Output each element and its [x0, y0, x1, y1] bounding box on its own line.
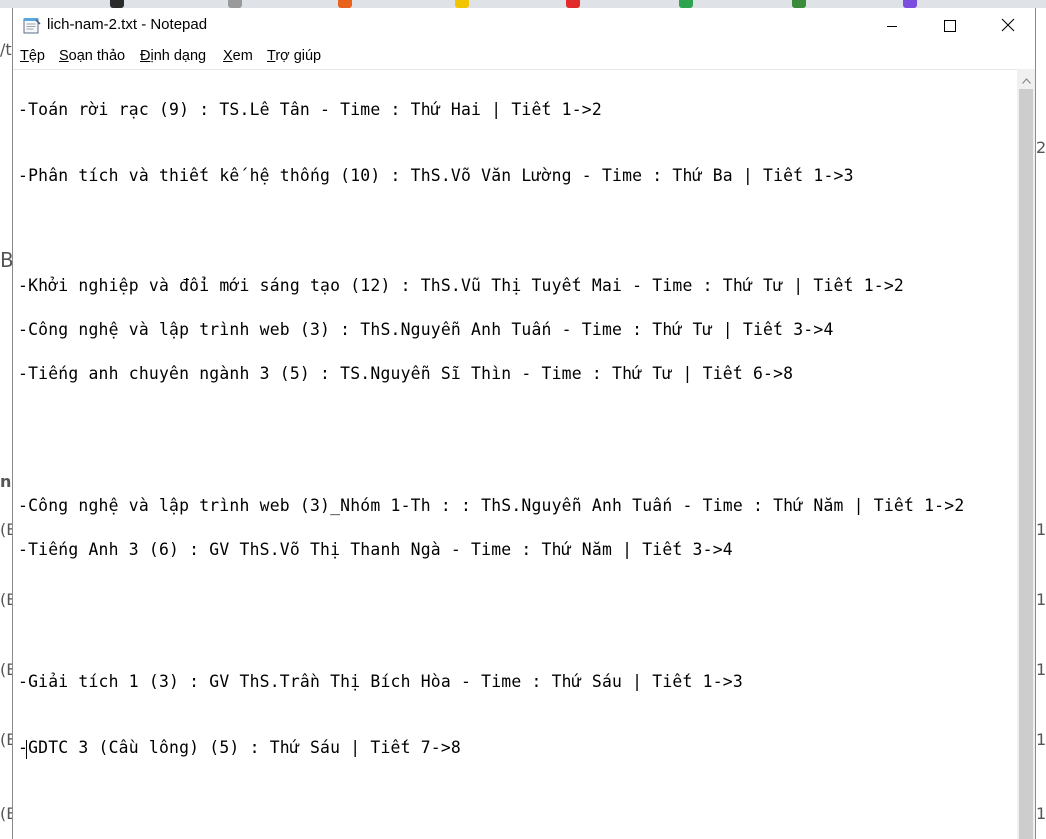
background-page-left: /t B ng (B (B (B (B (B — [0, 8, 23, 839]
text-line: -Tiếng anh chuyên ngành 3 (5) : TS.Nguyễ… — [18, 364, 794, 383]
text-line: -GDTC 3 (Cầu lông) (5) : Thứ Sáu | Tiết … — [18, 738, 461, 757]
menu-format[interactable]: Định dạng — [140, 48, 206, 64]
window-title: lich-nam-2.txt - Notepad — [47, 16, 208, 33]
background-tab-favicon — [679, 0, 693, 8]
text-caret — [26, 740, 27, 759]
menu-view[interactable]: Xem — [223, 48, 253, 64]
notepad-icon — [23, 17, 41, 34]
background-text-fragment: 20 — [1036, 138, 1046, 157]
scroll-up-button[interactable] — [1017, 69, 1035, 87]
menu-bar: Tệp Soạn thảo Định dạng Xem Trợ giúp — [13, 44, 1035, 69]
text-line: -Toán rời rạc (9) : TS.Lê Tân - Time : T… — [18, 100, 602, 119]
text-editor[interactable]: -Toán rời rạc (9) : TS.Lê Tân - Time : T… — [13, 69, 1017, 839]
close-button[interactable] — [985, 8, 1031, 44]
background-tab-favicon — [903, 0, 917, 8]
text-line: -Tiếng Anh 3 (6) : GV ThS.Võ Thị Thanh N… — [18, 540, 733, 559]
minimize-icon — [886, 17, 898, 36]
scrollbar-thumb[interactable] — [1019, 89, 1033, 839]
text-line: -Phân tích và thiết kế hệ thống (10) : T… — [18, 166, 854, 185]
title-bar[interactable]: lich-nam-2.txt - Notepad — [13, 8, 1035, 44]
background-tab-favicon — [338, 0, 352, 8]
menu-help[interactable]: Trợ giúp — [267, 48, 321, 64]
text-line: -Công nghệ và lập trình web (3) : ThS.Ng… — [18, 320, 834, 339]
notepad-window: lich-nam-2.txt - Notepad Tệp Soạn thảo Đ… — [12, 8, 1036, 839]
minimize-button[interactable] — [869, 8, 915, 44]
background-tab-favicon — [110, 0, 124, 8]
text-line: -Công nghệ và lập trình web (3)_Nhóm 1-T… — [18, 496, 965, 515]
scroll-up-arrow-icon — [1021, 69, 1031, 88]
background-text-fragment: /t — [0, 40, 12, 59]
background-page-right: 20 1 1 1 1 1 — [1036, 8, 1046, 839]
background-text-fragment: 1 — [1036, 730, 1046, 749]
background-tab-favicon — [228, 0, 242, 8]
close-icon — [1001, 17, 1015, 36]
background-text-fragment: 1 — [1036, 590, 1046, 609]
background-tab-favicon — [792, 0, 806, 8]
background-tab-favicon — [455, 0, 469, 8]
text-line: -Khởi nghiệp và đổi mới sáng tạo (12) : … — [18, 276, 904, 295]
background-tab-strip — [0, 0, 1046, 8]
background-text-fragment: 1 — [1036, 804, 1046, 823]
text-line: -Giải tích 1 (3) : GV ThS.Trần Thị Bích … — [18, 672, 743, 691]
menu-file[interactable]: Tệp — [20, 48, 45, 64]
background-text-fragment: 1 — [1036, 520, 1046, 539]
maximize-button[interactable] — [927, 8, 973, 44]
vertical-scrollbar[interactable] — [1017, 69, 1035, 839]
background-tab-favicon — [566, 0, 580, 8]
background-text-fragment: 1 — [1036, 660, 1046, 679]
menu-edit[interactable]: Soạn thảo — [59, 48, 125, 64]
maximize-icon — [944, 17, 956, 36]
